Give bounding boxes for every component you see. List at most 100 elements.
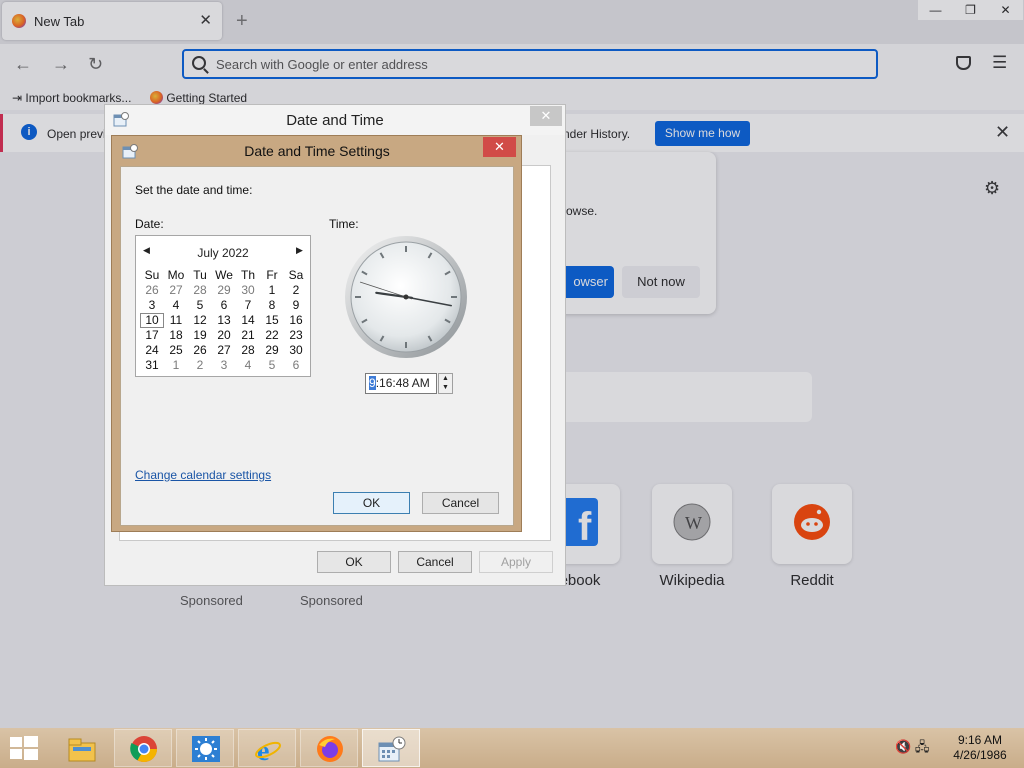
calendar-week-row: 24 25 26 27 28 29 30 [140, 343, 308, 358]
calendar: ◀ July 2022 ▶ Su Mo Tu We Th Fr Sa 26 27 28 29 30 1 2… [135, 235, 311, 377]
weather-icon [192, 736, 220, 762]
firefox-icon [317, 736, 343, 762]
calendar-day[interactable]: 3 [212, 358, 236, 373]
calendar-day[interactable]: 27 [212, 343, 236, 358]
calendar-day[interactable]: 21 [236, 328, 260, 343]
calendar-day[interactable]: 11 [164, 313, 188, 328]
date-and-time-settings-dialog: Date and Time Settings ✕ Set the date an… [111, 135, 522, 532]
calendar-day[interactable]: 17 [140, 328, 164, 343]
time-spinner[interactable]: ▲ ▼ [438, 373, 453, 394]
dialog-close-button[interactable]: ✕ [530, 106, 562, 126]
calendar-day[interactable]: 20 [212, 328, 236, 343]
calendar-day[interactable]: 1 [260, 283, 284, 298]
settings-ok-button[interactable]: OK [333, 492, 410, 514]
calendar-day[interactable]: 23 [284, 328, 308, 343]
calendar-day[interactable]: 29 [260, 343, 284, 358]
clock-center [403, 294, 409, 300]
calendar-day[interactable]: 31 [140, 358, 164, 373]
calendar-weekday: Mo [167, 268, 185, 282]
calendar-day[interactable]: 1 [164, 358, 188, 373]
calendar-day[interactable]: 15 [260, 313, 284, 328]
taskbar-internet-explorer[interactable]: e [238, 729, 296, 767]
taskbar-clock[interactable]: 9:16 AM 4/26/1986 [944, 733, 1016, 763]
spin-down-icon[interactable]: ▼ [439, 383, 452, 392]
calendar-day[interactable]: 5 [260, 358, 284, 373]
calendar-day[interactable]: 16 [284, 313, 308, 328]
calendar-day[interactable]: 5 [188, 298, 212, 313]
calendar-day[interactable]: 4 [236, 358, 260, 373]
taskbar-file-explorer[interactable] [52, 729, 110, 767]
analog-clock [345, 236, 467, 358]
calendar-day[interactable]: 26 [140, 283, 164, 298]
calendar-day[interactable]: 9 [284, 298, 308, 313]
calendar-day[interactable]: 4 [164, 298, 188, 313]
instruction-text: Set the date and time: [135, 183, 253, 197]
calendar-day[interactable]: 30 [284, 343, 308, 358]
calendar-day[interactable]: 22 [260, 328, 284, 343]
settings-cancel-button[interactable]: Cancel [422, 492, 499, 514]
calendar-day[interactable]: 25 [164, 343, 188, 358]
calendar-day[interactable]: 2 [284, 283, 308, 298]
network-icon[interactable]: 🖧 [915, 739, 930, 754]
taskbar-date: 4/26/1986 [953, 748, 1007, 762]
calendar-day[interactable]: 29 [212, 283, 236, 298]
calendar-day[interactable]: 12 [188, 313, 212, 328]
next-month-button[interactable]: ▶ [296, 245, 303, 256]
taskbar-date-time[interactable] [362, 729, 420, 767]
calendar-day[interactable]: 7 [236, 298, 260, 313]
calendar-day[interactable]: 24 [140, 343, 164, 358]
calendar-week-row: 17 18 19 20 21 22 23 [140, 328, 308, 343]
taskbar-weather[interactable] [176, 729, 234, 767]
calendar-month-title[interactable]: July 2022 [136, 246, 310, 260]
calendar-week-row: 3456789 [140, 298, 308, 313]
taskbar-firefox[interactable] [300, 729, 358, 767]
calendar-grid: Su Mo Tu We Th Fr Sa 26 27 28 29 30 1 2 3 4 5 6 7 8 9 10 11 12 1… [140, 268, 308, 373]
dialog-title: Date and Time [286, 112, 384, 129]
calendar-day[interactable]: 28 [236, 343, 260, 358]
taskbar-time: 9:16 AM [957, 733, 1003, 747]
calendar-day[interactable]: 26 [188, 343, 212, 358]
calendar-weekday: Fr [266, 268, 278, 282]
time-remainder: :16:48 AM [375, 376, 430, 390]
calendar-day[interactable]: 10 [140, 313, 164, 328]
windows-start-icon[interactable] [10, 736, 38, 760]
settings-dialog-title: Date and Time Settings [244, 143, 390, 159]
calendar-day[interactable]: 8 [260, 298, 284, 313]
calendar-day[interactable]: 18 [164, 328, 188, 343]
calendar-day[interactable]: 6 [212, 298, 236, 313]
volume-muted-icon[interactable]: 🔇 [895, 739, 911, 754]
date-time-icon [378, 736, 406, 762]
calendar-day[interactable]: 13 [212, 313, 236, 328]
date-label: Date: [135, 217, 164, 231]
system-tray: 🔇 🖧 [895, 738, 929, 760]
calendar-week-row: 26 27 28 29 30 1 2 [140, 283, 308, 298]
calendar-day[interactable]: 27 [164, 283, 188, 298]
settings-dialog-body: Set the date and time: Date: Time: ◀ Jul… [120, 166, 514, 526]
calendar-day[interactable]: 14 [236, 313, 260, 328]
settings-dialog-close-button[interactable]: ✕ [483, 137, 516, 157]
change-calendar-settings-link[interactable]: Change calendar settings [135, 468, 271, 482]
apply-button[interactable]: Apply [479, 551, 553, 573]
calendar-day[interactable]: 6 [284, 358, 308, 373]
calendar-weekday: We [215, 268, 233, 282]
time-label: Time: [329, 217, 359, 231]
calendar-weekday: Sa [288, 268, 304, 282]
calendar-day[interactable]: 30 [236, 283, 260, 298]
spin-up-icon[interactable]: ▲ [439, 374, 452, 383]
calendar-week-row: 10 11 12 13 14 15 16 [140, 313, 308, 328]
calendar-week-row: 31 1 2 3 4 5 6 [140, 358, 308, 373]
taskbar-chrome[interactable] [114, 729, 172, 767]
calendar-day[interactable]: 19 [188, 328, 212, 343]
calendar-weekday: Su [144, 268, 160, 282]
calendar-day[interactable]: 3 [140, 298, 164, 313]
calendar-weekday: Th [240, 268, 255, 282]
dialog-titlebar: Date and Time ✕ [105, 105, 565, 135]
calendar-weekday-row: Su Mo Tu We Th Fr Sa [140, 268, 308, 283]
calendar-day[interactable]: 2 [188, 358, 212, 373]
ok-button[interactable]: OK [317, 551, 391, 573]
time-input[interactable]: 9:16:48 AM [365, 373, 437, 394]
cancel-button[interactable]: Cancel [398, 551, 472, 573]
file-explorer-icon [68, 738, 96, 762]
calendar-day[interactable]: 28 [188, 283, 212, 298]
chrome-icon [130, 736, 158, 763]
